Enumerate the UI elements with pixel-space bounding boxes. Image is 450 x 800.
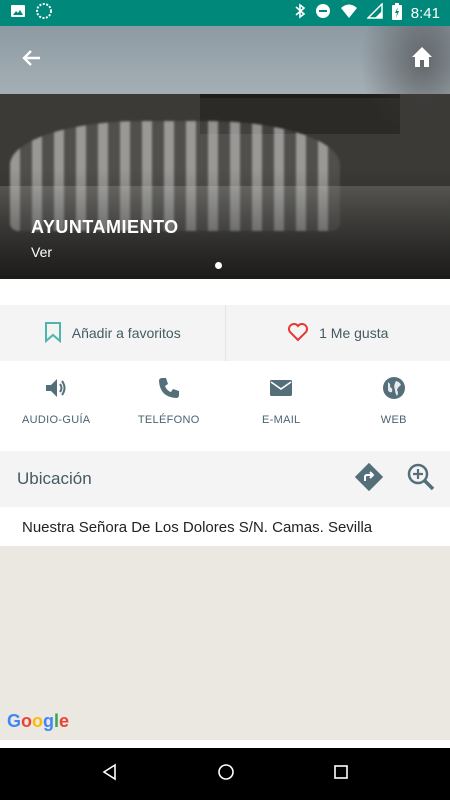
nav-home-icon[interactable] — [217, 763, 235, 786]
web-label: WEB — [380, 414, 407, 426]
email-label: E-MAIL — [262, 414, 301, 426]
hero-image[interactable] — [0, 26, 450, 279]
volume-icon — [43, 375, 69, 406]
web-button[interactable]: WEB — [338, 361, 450, 449]
globe-icon — [381, 375, 407, 406]
add-favorites-label: Añadir a favoritos — [71, 325, 181, 341]
phone-icon — [156, 375, 182, 406]
nav-back-icon[interactable] — [101, 763, 119, 786]
location-header: Ubicación — [0, 451, 450, 507]
audio-guide-button[interactable]: AUDIO-GUÍA — [0, 361, 113, 449]
back-arrow-icon[interactable] — [18, 44, 46, 72]
likes-label: 1 Me gusta — [319, 325, 389, 341]
mail-icon — [268, 375, 294, 406]
clock: 8:41 — [410, 4, 440, 22]
phone-label: TELÉFONO — [137, 414, 200, 426]
signal-icon — [365, 2, 383, 23]
wifi-icon — [340, 3, 358, 23]
heart-icon — [287, 322, 309, 345]
address-text: Nuestra Señora De Los Dolores S/N. Camas… — [0, 507, 450, 547]
do-not-disturb-icon — [315, 3, 331, 23]
phone-button[interactable]: TELÉFONO — [113, 361, 226, 449]
google-logo: Google — [7, 711, 70, 731]
home-icon[interactable] — [408, 43, 436, 71]
bluetooth-icon — [294, 3, 306, 23]
action-row: Añadir a favoritos 1 Me gusta — [0, 305, 450, 361]
pager-dot-active — [215, 262, 222, 269]
audio-guide-label: AUDIO-GUÍA — [22, 414, 91, 426]
bookmark-icon — [44, 321, 62, 346]
map-view[interactable]: Google — [0, 546, 450, 740]
battery-charging-icon — [391, 2, 402, 24]
circle-app-icon — [36, 2, 52, 24]
email-button[interactable]: E-MAIL — [225, 361, 338, 449]
navigation-bar — [0, 748, 450, 800]
place-title: AYUNTAMIENTO — [31, 217, 179, 237]
like-button[interactable]: 1 Me gusta — [224, 305, 450, 361]
nav-recents-icon[interactable] — [333, 764, 349, 785]
add-favorites-button[interactable]: Añadir a favoritos — [0, 305, 225, 361]
zoom-in-icon[interactable] — [406, 462, 436, 497]
status-bar: 8:41 — [0, 0, 450, 26]
place-subtitle[interactable]: Ver — [31, 244, 52, 260]
directions-icon[interactable] — [354, 462, 384, 497]
contact-options: AUDIO-GUÍA TELÉFONO E-MAIL WEB — [0, 361, 450, 449]
image-icon — [10, 3, 26, 24]
location-title: Ubicación — [17, 469, 92, 488]
